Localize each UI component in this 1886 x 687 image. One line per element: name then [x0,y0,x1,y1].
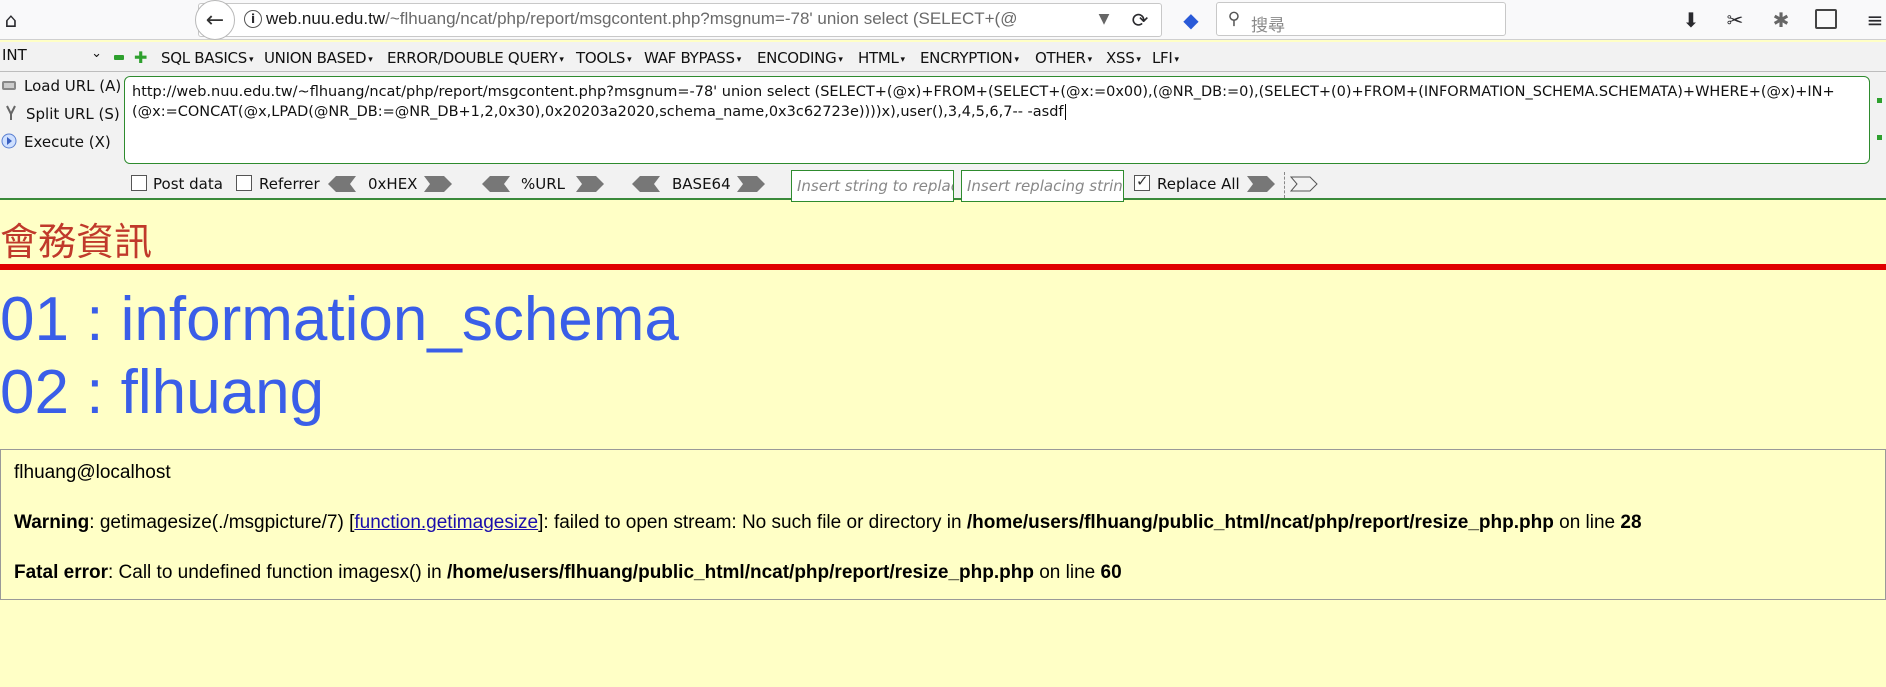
menu-waf-bypass[interactable]: WAF BYPASS [644,49,741,67]
hackbar-options-row: Post data Referrer 0xHEX %URL BASE64 Ins… [0,168,1886,202]
type-select[interactable]: INT ⌄ [2,46,102,68]
replace-arrow-icon[interactable] [1247,176,1275,192]
url-decode-arrow-icon[interactable] [482,176,510,192]
bug-icon[interactable]: ✱ [1768,8,1794,32]
screenshot-scissors-icon[interactable]: ✂ [1722,8,1748,32]
split-url-button[interactable]: Split URL (S) [2,104,120,123]
post-data-label: Post data [153,175,223,193]
sidebar-icon[interactable] [1815,9,1837,29]
url-encode-arrow-icon[interactable] [576,176,604,192]
heading-divider [0,264,1886,270]
menu-encryption[interactable]: ENCRYPTION [920,49,1019,67]
fatal-error-message: Fatal error: Call to undefined function … [14,562,1122,583]
referrer-checkbox[interactable] [236,175,252,191]
page-heading: 會務資訊 [0,220,153,264]
search-box[interactable]: ⚲ 搜尋 [1216,2,1506,36]
search-placeholder: 搜尋 [1251,16,1285,36]
shield-bird-icon[interactable]: ◆ [1178,8,1204,32]
download-icon[interactable]: ⬇ [1680,8,1702,32]
replacing-string-input[interactable]: Insert replacing string [961,170,1124,202]
chevron-down-icon: ⌄ [91,46,102,61]
hex-encode-arrow-icon[interactable] [424,176,452,192]
result-line-2: 02 : flhuang [0,358,325,427]
back-arrow-icon: ← [205,7,225,33]
menu-tools[interactable]: TOOLS [576,49,631,67]
back-button[interactable]: ← [195,0,235,40]
hackbar-url-textarea[interactable]: http://web.nuu.edu.tw/~flhuang/ncat/php/… [124,76,1870,164]
menu-error-double-query[interactable]: ERROR/DOUBLE QUERY [387,49,564,67]
text-cursor [1064,104,1066,120]
green-side-handle-icon[interactable] [1877,98,1883,144]
load-url-button[interactable]: Load URL (A) [0,76,121,95]
db-user-text: flhuang@localhost [14,462,171,483]
separator [1284,172,1285,198]
hackbar-menu: INT ⌄ ✚ SQL BASICS UNION BASED ERROR/DOU… [0,42,1886,72]
navigation-toolbar: ⌂ ← i web.nuu.edu.tw/~flhuang/ncat/php/r… [0,0,1886,40]
execute-button[interactable]: Execute (X) [0,132,111,151]
minus-icon[interactable] [114,55,124,60]
split-url-icon [6,105,16,120]
info-icon[interactable]: i [244,10,262,28]
home-icon[interactable]: ⌂ [0,8,22,32]
hex-label: 0xHEX [368,175,418,193]
url-encoding-label: %URL [521,175,566,193]
plus-icon[interactable]: ✚ [134,48,147,67]
load-url-icon [2,81,16,90]
url-text[interactable]: web.nuu.edu.tw/~flhuang/ncat/php/report/… [266,9,1116,29]
base64-encode-arrow-icon[interactable] [737,176,765,192]
replace-string-input[interactable]: Insert string to replace [791,170,954,202]
execute-icon [1,133,17,149]
menu-xss[interactable]: XSS [1106,49,1141,67]
getimagesize-doc-link[interactable]: function.getimagesize [354,512,538,533]
menu-icon[interactable]: ≡ [1864,8,1886,32]
warning-message: Warning: getimagesize(./msgpicture/7) [f… [14,512,1642,533]
menu-other[interactable]: OTHER [1035,49,1092,67]
search-icon: ⚲ [1227,9,1241,29]
referrer-label: Referrer [259,175,320,193]
post-data-checkbox[interactable] [131,175,147,191]
hex-decode-arrow-icon[interactable] [328,176,356,192]
dropdown-arrow-icon[interactable]: ▼ [1094,9,1114,29]
base64-label: BASE64 [672,175,731,193]
menu-sql-basics[interactable]: SQL BASICS [161,49,253,67]
error-output-box: flhuang@localhost Warning: getimagesize(… [0,449,1886,600]
menu-encoding[interactable]: ENCODING [757,49,843,67]
replace-all-checkbox[interactable] [1134,172,1150,191]
menu-html[interactable]: HTML [858,49,905,67]
menu-union-based[interactable]: UNION BASED [264,49,372,67]
replace-back-arrow-icon[interactable] [1290,176,1318,192]
hackbar-panel: Load URL (A) Split URL (S) Execute (X) h… [0,72,1886,202]
reload-icon[interactable]: ⟳ [1128,8,1152,32]
base64-decode-arrow-icon[interactable] [632,176,660,192]
result-line-1: 01 : information_schema [0,285,679,354]
menu-lfi[interactable]: LFI [1152,49,1179,67]
replace-all-label: Replace All [1157,175,1240,193]
